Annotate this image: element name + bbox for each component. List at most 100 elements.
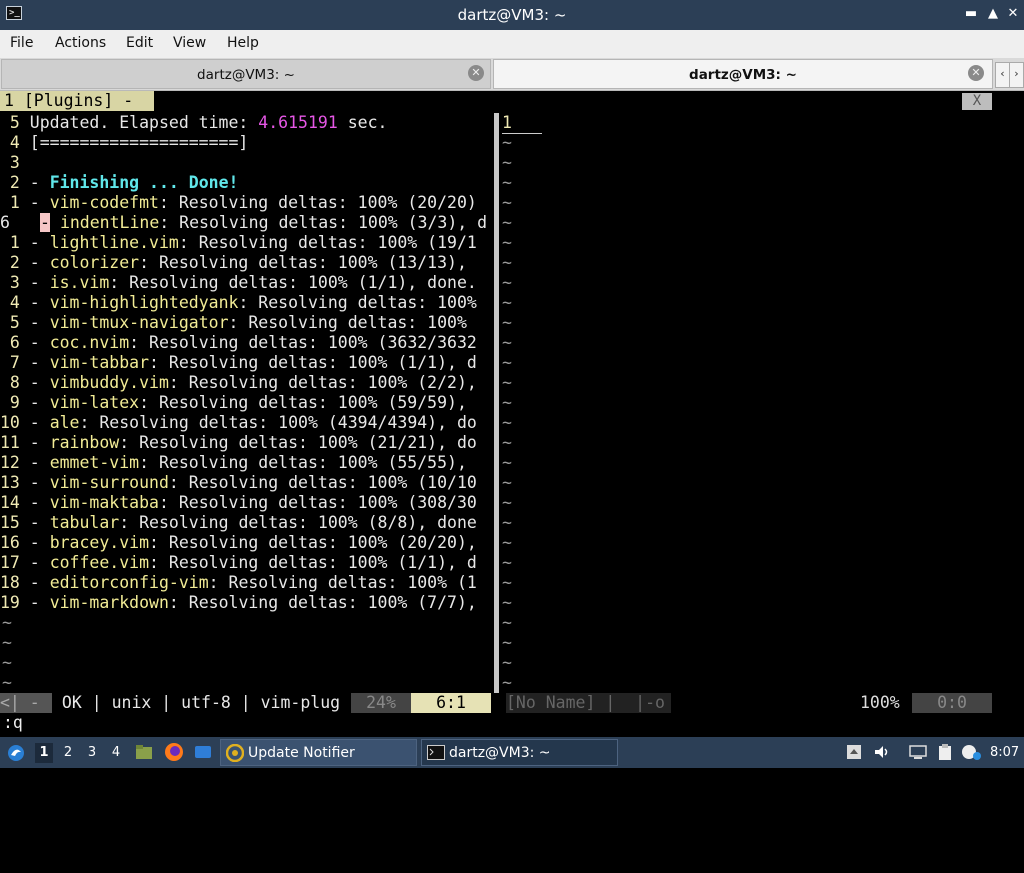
- finish-message: Finishing ... Done!: [49, 173, 239, 192]
- line-separator: -: [19, 553, 50, 572]
- status-right-name: [No Name] | |-o: [506, 693, 671, 713]
- menu-file[interactable]: File: [10, 35, 33, 51]
- line-number: 17: [0, 553, 20, 572]
- empty-line-marker: ~: [502, 513, 512, 532]
- close-icon[interactable]: ✕: [1004, 5, 1022, 23]
- plugin-name: vim-tmux-navigator: [49, 313, 229, 332]
- line-number: 19: [0, 593, 20, 612]
- maximize-icon[interactable]: ▲: [984, 5, 1002, 23]
- task-update-notifier[interactable]: Update Notifier: [220, 739, 417, 766]
- volume-icon[interactable]: [873, 744, 891, 760]
- vim-line: 7 - vim-tabbar: Resolving deltas: 100% (…: [0, 353, 493, 373]
- line-separator: -: [19, 393, 50, 412]
- plugin-status: : Resolving deltas: 100% (19/1: [178, 233, 477, 252]
- empty-line-marker: ~: [502, 373, 512, 392]
- plugin-name: coffee.vim: [49, 553, 150, 572]
- tray-arrow-icon[interactable]: [845, 744, 863, 760]
- empty-line-marker: ~: [502, 493, 512, 512]
- window-titlebar: >_ dartz@VM3: ~ ▬ ▲ ✕: [0, 0, 1024, 30]
- vim-line: 17 - coffee.vim: Resolving deltas: 100% …: [0, 553, 493, 573]
- minimize-icon[interactable]: ▬: [962, 5, 980, 23]
- vim-vertical-split[interactable]: [494, 113, 499, 693]
- line-number: 13: [0, 473, 20, 492]
- vim-line: 13 - vim-surround: Resolving deltas: 100…: [0, 473, 493, 493]
- line-number: 2: [0, 253, 20, 272]
- plugin-name: vim-maktaba: [49, 493, 159, 512]
- vim-close-tab[interactable]: X: [962, 93, 992, 110]
- notification-icon[interactable]: [960, 744, 982, 760]
- tab-2[interactable]: dartz@VM3: ~: [493, 59, 993, 89]
- empty-line-marker: ~: [502, 453, 512, 472]
- plugin-status: : Resolving deltas: 100% (7/7),: [168, 593, 477, 612]
- plugin-name: ale: [49, 413, 80, 432]
- empty-line-marker: ~: [502, 293, 512, 312]
- terminal-area[interactable]: 1 [Plugins] - X 5 Updated. Elapsed time:…: [0, 91, 1024, 736]
- line-number: 1: [0, 233, 20, 252]
- task-update-notifier-label: Update Notifier: [248, 745, 355, 761]
- network-icon[interactable]: [908, 744, 928, 760]
- workspace-4[interactable]: 4: [107, 743, 125, 763]
- clipboard-icon[interactable]: [936, 744, 954, 760]
- tab-scroll-right-icon[interactable]: ›: [1009, 62, 1024, 88]
- plugin-status: : Resolving deltas: 100% (1: [208, 573, 477, 592]
- plugin-name: coc.nvim: [49, 333, 130, 352]
- vim-line: 6 - coc.nvim: Resolving deltas: 100% (36…: [0, 333, 493, 353]
- plugin-name: bracey.vim: [49, 533, 150, 552]
- tab-1-close-icon[interactable]: ✕: [468, 65, 484, 81]
- start-menu-icon[interactable]: [6, 743, 26, 763]
- plugin-status: : Resolving deltas: 100% (20/20),: [149, 533, 477, 552]
- vim-line: 6 - indentLine: Resolving deltas: 100% (3…: [0, 213, 493, 233]
- line-separator: -: [19, 433, 50, 452]
- clock[interactable]: 8:07: [990, 737, 1019, 768]
- line-number: 8: [0, 373, 20, 392]
- vim-line: 16 - bracey.vim: Resolving deltas: 100% …: [0, 533, 493, 553]
- line-number: 5: [0, 313, 20, 332]
- workspace-2[interactable]: 2: [59, 743, 77, 763]
- line-separator: -: [19, 233, 50, 252]
- plugin-status: : Resolving deltas: 100% (3/3), d: [159, 213, 488, 232]
- task-terminal[interactable]: dartz@VM3: ~: [421, 739, 618, 766]
- tab-scroll-left-icon[interactable]: ‹: [995, 62, 1010, 88]
- plugin-name: vim-tabbar: [49, 353, 150, 372]
- menu-view[interactable]: View: [173, 35, 206, 51]
- terminal-icon: [427, 745, 445, 760]
- menu-help[interactable]: Help: [227, 35, 259, 51]
- firefox-icon[interactable]: [164, 742, 184, 762]
- vim-line: 1 - vim-codefmt: Resolving deltas: 100% …: [0, 193, 493, 213]
- empty-line-marker: ~: [502, 333, 512, 352]
- status-position: 6:1: [411, 693, 491, 713]
- vim-command-line[interactable]: :q: [3, 713, 23, 733]
- line-number: 10: [0, 413, 20, 432]
- plugin-name: tabular: [49, 513, 120, 532]
- empty-line-marker: ~: [502, 613, 512, 632]
- plugin-name: vim-markdown: [49, 593, 169, 612]
- menu-edit[interactable]: Edit: [126, 35, 153, 51]
- plugin-name: vim-codefmt: [49, 193, 159, 212]
- tab-2-close-icon[interactable]: ✕: [968, 65, 984, 81]
- vim-line: 4 - vim-highlightedyank: Resolving delta…: [0, 293, 493, 313]
- line-separator: -: [19, 273, 50, 292]
- tab-2-label: dartz@VM3: ~: [689, 67, 797, 83]
- empty-line-marker: ~: [502, 653, 512, 672]
- line-number: 12: [0, 453, 20, 472]
- vim-buffer-tab[interactable]: 1 [Plugins] -: [0, 91, 154, 111]
- tab-1[interactable]: dartz@VM3: ~: [1, 59, 491, 89]
- line-number: 4: [0, 133, 20, 152]
- workspace-1[interactable]: 1: [35, 743, 53, 763]
- empty-line-marker: ~: [502, 233, 512, 252]
- workspace-3[interactable]: 3: [83, 743, 101, 763]
- plugin-status: : Resolving deltas: 100% (4394/4394), do: [79, 413, 477, 432]
- line-separator: -: [19, 593, 50, 612]
- line-separator: -: [40, 213, 50, 232]
- line-separator: -: [19, 533, 50, 552]
- empty-line-marker: ~: [502, 273, 512, 292]
- show-desktop-icon[interactable]: [194, 744, 212, 760]
- task-terminal-label: dartz@VM3: ~: [449, 745, 551, 761]
- empty-line-marker: ~: [502, 153, 512, 172]
- file-manager-icon[interactable]: [135, 744, 153, 760]
- vim-line: 3: [0, 153, 493, 173]
- menu-actions[interactable]: Actions: [55, 35, 106, 51]
- line-separator: -: [19, 333, 50, 352]
- plugin-name: vim-surround: [49, 473, 169, 492]
- empty-line-marker: ~: [502, 253, 512, 272]
